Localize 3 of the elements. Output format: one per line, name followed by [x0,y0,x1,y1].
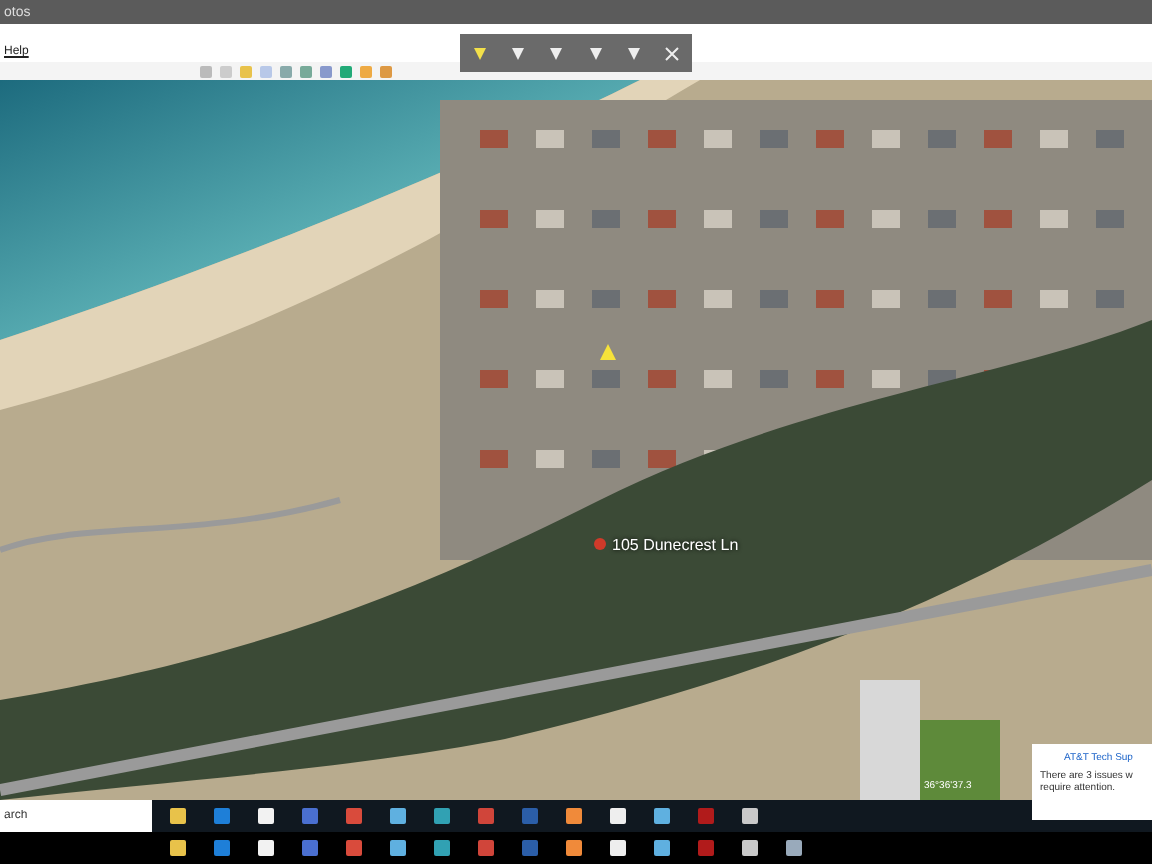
place-label: 105 Dunecrest Ln [612,536,739,554]
app-icon [784,838,804,858]
close-icon[interactable] [664,45,681,61]
